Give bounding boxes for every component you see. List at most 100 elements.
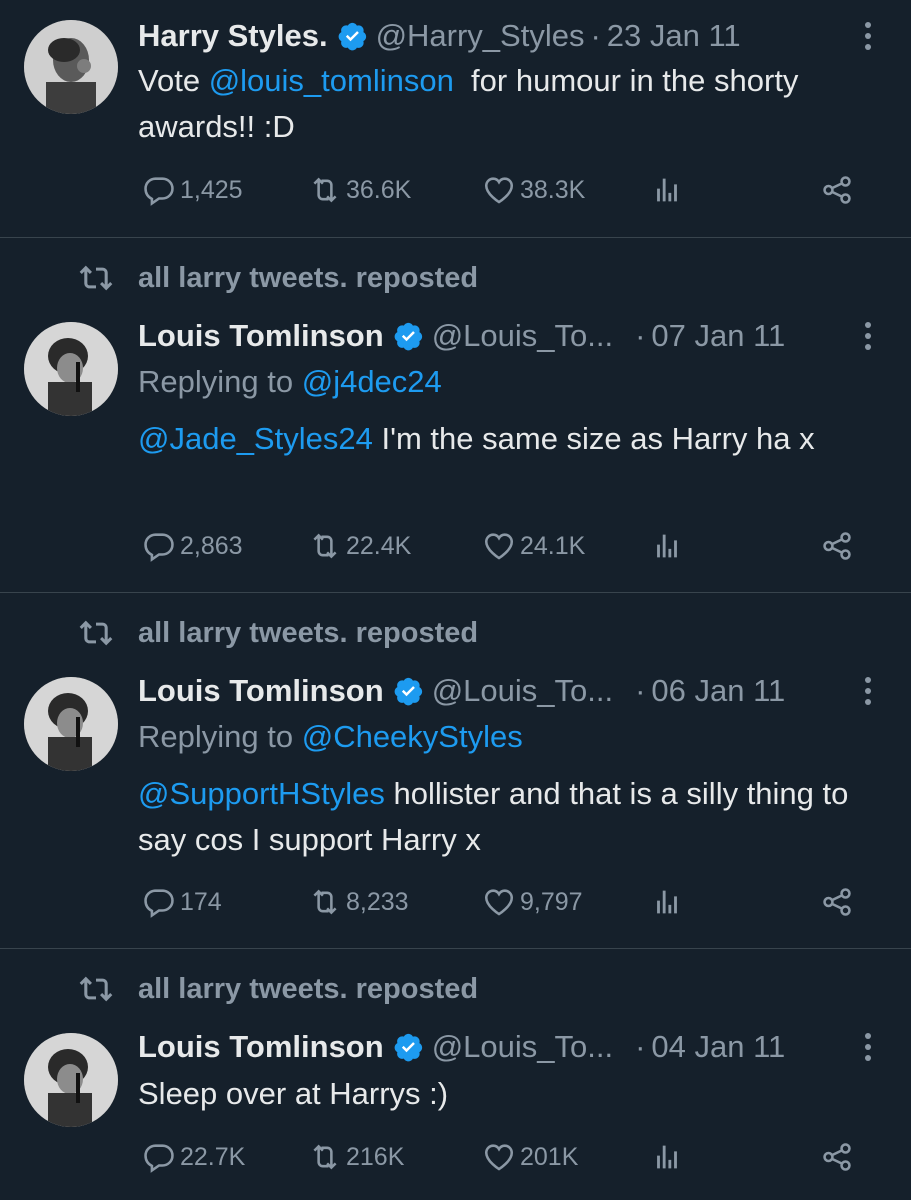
like-icon: [484, 177, 514, 204]
views-button[interactable]: [650, 529, 688, 563]
author-name[interactable]: Harry Styles.: [138, 18, 328, 54]
reply-button[interactable]: 2,863: [142, 529, 243, 563]
mention-link[interactable]: @louis_tomlinson: [209, 63, 454, 98]
share-button[interactable]: [820, 885, 858, 919]
separator-dot: ·: [635, 1029, 646, 1064]
reply-icon: [144, 533, 174, 562]
tweet-date[interactable]: 04 Jan 11: [651, 1029, 785, 1065]
views-icon: [657, 890, 677, 914]
tweet-header: Louis Tomlinson @Louis_To... · 06 Jan 11: [138, 669, 785, 713]
verified-badge-icon: [394, 1033, 422, 1062]
tweet-actions: 2,863 22.4K 24.1K: [0, 529, 911, 569]
repost-count: 22.4K: [346, 531, 412, 560]
mention-link[interactable]: @Jade_Styles24: [138, 421, 373, 456]
reply-button[interactable]: 22.7K: [142, 1140, 245, 1174]
share-icon: [823, 1143, 851, 1171]
repost-icon: [79, 620, 113, 646]
tweet-actions: 22.7K 216K 201K: [0, 1140, 911, 1180]
like-button[interactable]: 24.1K: [482, 529, 585, 563]
replying-prefix: Replying to: [138, 719, 302, 754]
reply-count: 22.7K: [180, 1142, 246, 1171]
share-icon: [823, 532, 851, 560]
like-icon: [484, 889, 514, 916]
replying-to-link[interactable]: @j4dec24: [302, 364, 442, 399]
repost-label[interactable]: all larry tweets. reposted: [138, 262, 478, 295]
avatar[interactable]: [24, 20, 118, 114]
tweet-text: @Jade_Styles24 I'm the same size as Harr…: [138, 416, 888, 462]
replying-prefix: Replying to: [138, 364, 302, 399]
separator-dot: ·: [635, 673, 646, 708]
author-handle[interactable]: @Louis_To...: [432, 673, 613, 709]
repost-icon: [313, 889, 337, 915]
tweet-text: Sleep over at Harrys :): [138, 1071, 888, 1117]
share-icon: [823, 176, 851, 204]
more-vertical-icon[interactable]: [863, 20, 873, 52]
tweet-text: Vote @louis_tomlinson for humour in the …: [138, 58, 888, 150]
author-name[interactable]: Louis Tomlinson: [138, 1029, 384, 1065]
tweet[interactable]: Harry Styles. @Harry_Styles · 23 Jan 11 …: [0, 0, 911, 237]
tweet-text-segment: Vote: [138, 63, 209, 98]
repost-button[interactable]: 22.4K: [308, 529, 411, 563]
repost-count: 36.6K: [346, 175, 412, 204]
like-count: 9,797: [520, 887, 583, 916]
repost-label[interactable]: all larry tweets. reposted: [138, 617, 478, 650]
tweet[interactable]: all larry tweets. reposted Louis Tomlins…: [0, 238, 911, 592]
views-button[interactable]: [650, 1140, 688, 1174]
repost-context: all larry tweets. reposted: [78, 971, 478, 1007]
like-button[interactable]: 201K: [482, 1140, 578, 1174]
tweet-actions: 174 8,233 9,797: [0, 885, 911, 925]
reply-button[interactable]: 174: [142, 885, 222, 919]
avatar[interactable]: [24, 677, 118, 771]
tweet[interactable]: all larry tweets. reposted Louis Tomlins…: [0, 949, 911, 1200]
tweet-date[interactable]: 06 Jan 11: [651, 673, 785, 709]
views-button[interactable]: [650, 173, 688, 207]
like-button[interactable]: 9,797: [482, 885, 583, 919]
reply-button[interactable]: 1,425: [142, 173, 243, 207]
mention-link[interactable]: @SupportHStyles: [138, 776, 385, 811]
repost-context: all larry tweets. reposted: [78, 260, 478, 296]
replying-to: Replying to @j4dec24: [138, 364, 442, 400]
views-button[interactable]: [650, 885, 688, 919]
avatar[interactable]: [24, 1033, 118, 1127]
repost-icon: [313, 177, 337, 203]
author-name[interactable]: Louis Tomlinson: [138, 318, 384, 354]
reply-count: 174: [180, 887, 222, 916]
avatar[interactable]: [24, 322, 118, 416]
share-button[interactable]: [820, 1140, 858, 1174]
like-count: 201K: [520, 1142, 579, 1171]
more-vertical-icon[interactable]: [863, 675, 873, 707]
like-count: 38.3K: [520, 175, 586, 204]
tweet[interactable]: all larry tweets. reposted Louis Tomlins…: [0, 593, 911, 948]
separator-dot: ·: [590, 18, 601, 53]
views-icon: [657, 534, 677, 558]
repost-button[interactable]: 8,233: [308, 885, 409, 919]
repost-label[interactable]: all larry tweets. reposted: [138, 973, 478, 1006]
tweet-date[interactable]: 23 Jan 11: [607, 18, 741, 54]
tweet-date[interactable]: 07 Jan 11: [651, 318, 785, 354]
reply-count: 2,863: [180, 531, 243, 560]
share-button[interactable]: [820, 173, 858, 207]
replying-to-link[interactable]: @CheekyStyles: [302, 719, 523, 754]
author-handle[interactable]: @Louis_To...: [432, 318, 613, 354]
repost-icon: [313, 533, 337, 559]
repost-button[interactable]: 216K: [308, 1140, 404, 1174]
author-handle[interactable]: @Louis_To...: [432, 1029, 613, 1065]
repost-icon: [313, 1144, 337, 1170]
author-name[interactable]: Louis Tomlinson: [138, 673, 384, 709]
tweet-actions: 1,425 36.6K 38.3K: [0, 173, 911, 213]
tweet-header: Harry Styles. @Harry_Styles · 23 Jan 11: [138, 14, 741, 58]
repost-count: 216K: [346, 1142, 405, 1171]
verified-badge-icon: [338, 22, 366, 51]
repost-button[interactable]: 36.6K: [308, 173, 411, 207]
share-button[interactable]: [820, 529, 858, 563]
more-vertical-icon[interactable]: [863, 320, 873, 352]
tweet-header: Louis Tomlinson @Louis_To... · 07 Jan 11: [138, 314, 785, 358]
views-icon: [657, 178, 677, 202]
verified-badge-icon: [394, 322, 422, 351]
like-button[interactable]: 38.3K: [482, 173, 585, 207]
author-handle[interactable]: @Harry_Styles: [376, 18, 585, 54]
views-icon: [657, 1145, 677, 1169]
more-vertical-icon[interactable]: [863, 1031, 873, 1063]
repost-count: 8,233: [346, 887, 409, 916]
tweet-text: @SupportHStyles hollister and that is a …: [138, 771, 888, 863]
